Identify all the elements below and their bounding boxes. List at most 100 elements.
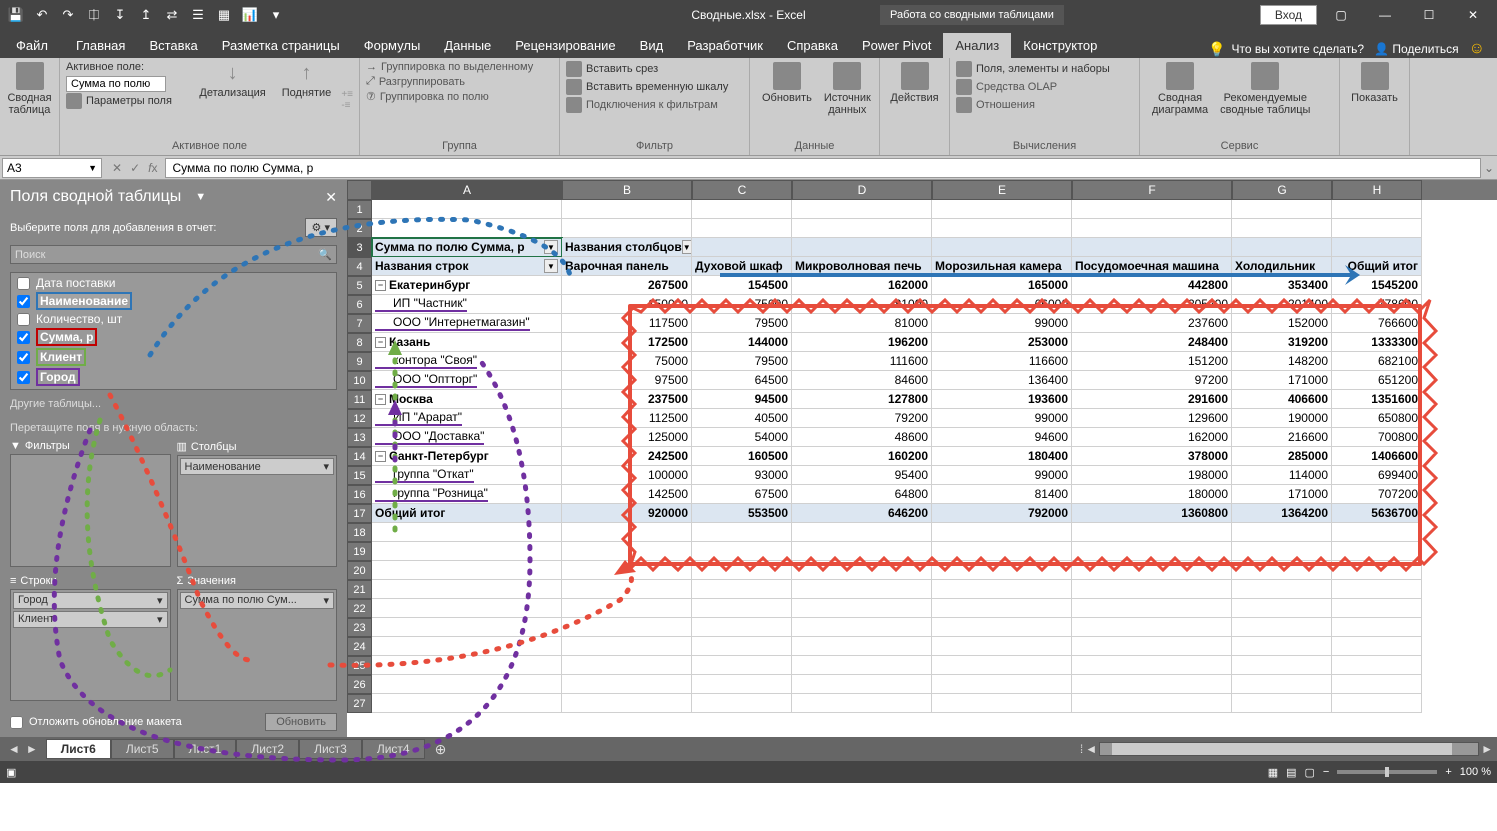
row-header[interactable]: 4 — [347, 257, 372, 276]
cancel-formula-icon[interactable]: ✕ — [112, 161, 122, 175]
recommended-button[interactable]: Рекомендуемые сводные таблицы — [1214, 60, 1316, 139]
columns-drop-area[interactable]: Наименование▾ — [177, 455, 338, 567]
cell[interactable] — [1072, 580, 1232, 599]
cell[interactable]: 707200 — [1332, 485, 1422, 504]
cell[interactable]: 64500 — [692, 371, 792, 390]
view-pagebreak-icon[interactable]: ▢ — [1305, 766, 1315, 779]
row-header[interactable]: 21 — [347, 580, 372, 599]
cell[interactable]: 151200 — [1072, 352, 1232, 371]
row-header[interactable]: 16 — [347, 485, 372, 504]
tab-formulas[interactable]: Формулы — [352, 33, 433, 58]
field-item[interactable]: Сумма, р — [11, 327, 336, 347]
cell[interactable]: 160500 — [692, 447, 792, 466]
values-drop-area[interactable]: Сумма по полю Сум...▾ — [177, 589, 338, 702]
cell[interactable] — [1072, 637, 1232, 656]
cell[interactable] — [1232, 580, 1332, 599]
cell[interactable]: 66000 — [932, 295, 1072, 314]
cell[interactable] — [562, 200, 692, 219]
cell[interactable]: Микроволновая печь — [792, 257, 932, 276]
cell[interactable] — [1072, 200, 1232, 219]
cell[interactable]: 117500 — [562, 314, 692, 333]
sheet-tab[interactable]: Лист3 — [299, 739, 362, 759]
column-header[interactable]: C — [692, 180, 792, 200]
cell[interactable]: 205200 — [1072, 295, 1232, 314]
qat-more-icon[interactable]: ▾ — [264, 3, 288, 27]
cell[interactable] — [932, 219, 1072, 238]
tab-data[interactable]: Данные — [432, 33, 503, 58]
cell[interactable]: 125000 — [562, 428, 692, 447]
cell[interactable]: 99000 — [932, 409, 1072, 428]
tab-file[interactable]: Файл — [0, 33, 64, 58]
cell[interactable]: −Москва — [372, 390, 562, 409]
row-header[interactable]: 17 — [347, 504, 372, 523]
cell[interactable]: 148200 — [1232, 352, 1332, 371]
cell[interactable]: 553500 — [692, 504, 792, 523]
cell[interactable] — [932, 542, 1072, 561]
qat-btn[interactable]: ▦ — [212, 3, 236, 27]
field-search-input[interactable]: Поиск🔍 — [10, 245, 337, 264]
cell[interactable] — [562, 637, 692, 656]
field-item[interactable]: Клиент — [11, 347, 336, 367]
field-checkbox[interactable] — [17, 331, 30, 344]
sheet-tab[interactable]: Лист4 — [362, 739, 425, 759]
cell[interactable] — [932, 675, 1072, 694]
close-icon[interactable]: ✕ — [1453, 0, 1493, 30]
cell[interactable] — [1332, 561, 1422, 580]
add-sheet-icon[interactable]: ⊕ — [425, 741, 457, 758]
cell[interactable]: 682100 — [1332, 352, 1422, 371]
cell[interactable]: 162000 — [792, 276, 932, 295]
cell[interactable] — [1232, 219, 1332, 238]
cell[interactable]: 699400 — [1332, 466, 1422, 485]
cell[interactable]: ООО "Оптторг" — [372, 371, 562, 390]
zoom-in-icon[interactable]: + — [1445, 766, 1451, 778]
field-checkbox[interactable] — [17, 277, 30, 290]
cell[interactable]: 248400 — [1072, 333, 1232, 352]
value-chip[interactable]: Сумма по полю Сум...▾ — [180, 592, 335, 609]
cell[interactable] — [1072, 523, 1232, 542]
cell[interactable]: 193600 — [932, 390, 1072, 409]
cell[interactable]: 81000 — [792, 314, 932, 333]
cell[interactable] — [1072, 618, 1232, 637]
cell[interactable]: Общий итог — [1332, 257, 1422, 276]
actions-button[interactable]: Действия — [886, 60, 943, 106]
cell[interactable] — [1072, 694, 1232, 713]
minimize-icon[interactable]: — — [1365, 0, 1405, 30]
cell[interactable]: ООО "Доставка" — [372, 428, 562, 447]
cell[interactable]: ООО "Интернетмагазин" — [372, 314, 562, 333]
view-layout-icon[interactable]: ▤ — [1286, 766, 1296, 779]
row-header[interactable]: 13 — [347, 428, 372, 447]
tab-help[interactable]: Справка — [775, 33, 850, 58]
active-field-input[interactable] — [66, 76, 166, 92]
tab-layout[interactable]: Разметка страницы — [210, 33, 352, 58]
row-header[interactable]: 7 — [347, 314, 372, 333]
cell[interactable] — [1332, 523, 1422, 542]
cell[interactable] — [1232, 523, 1332, 542]
cell[interactable]: 1364200 — [1232, 504, 1332, 523]
cell[interactable] — [792, 656, 932, 675]
cell[interactable] — [1072, 238, 1232, 257]
cell[interactable] — [1332, 675, 1422, 694]
cell[interactable] — [692, 694, 792, 713]
row-header[interactable]: 22 — [347, 599, 372, 618]
cell[interactable] — [562, 580, 692, 599]
smiley-icon[interactable]: ☺ — [1469, 40, 1485, 58]
cell[interactable]: 144000 — [692, 333, 792, 352]
cell[interactable] — [1232, 675, 1332, 694]
cell[interactable]: 94500 — [692, 390, 792, 409]
cell[interactable]: Сумма по полю Сумма, р▼ — [372, 238, 562, 257]
cell[interactable]: 116600 — [932, 352, 1072, 371]
cell[interactable] — [692, 637, 792, 656]
cell[interactable]: 5636700 — [1332, 504, 1422, 523]
cell[interactable] — [692, 656, 792, 675]
cell[interactable]: 353400 — [1232, 276, 1332, 295]
cell[interactable] — [792, 542, 932, 561]
scroll-right-icon[interactable]: ► — [1481, 742, 1493, 756]
cell[interactable] — [692, 523, 792, 542]
cell[interactable] — [1332, 580, 1422, 599]
field-settings-button[interactable]: Параметры поля — [66, 92, 189, 110]
fx-icon[interactable]: fx — [148, 161, 157, 175]
cell[interactable]: −Казань — [372, 333, 562, 352]
row-chip[interactable]: Город▾ — [13, 592, 168, 609]
cell[interactable] — [1232, 656, 1332, 675]
cell[interactable] — [792, 219, 932, 238]
